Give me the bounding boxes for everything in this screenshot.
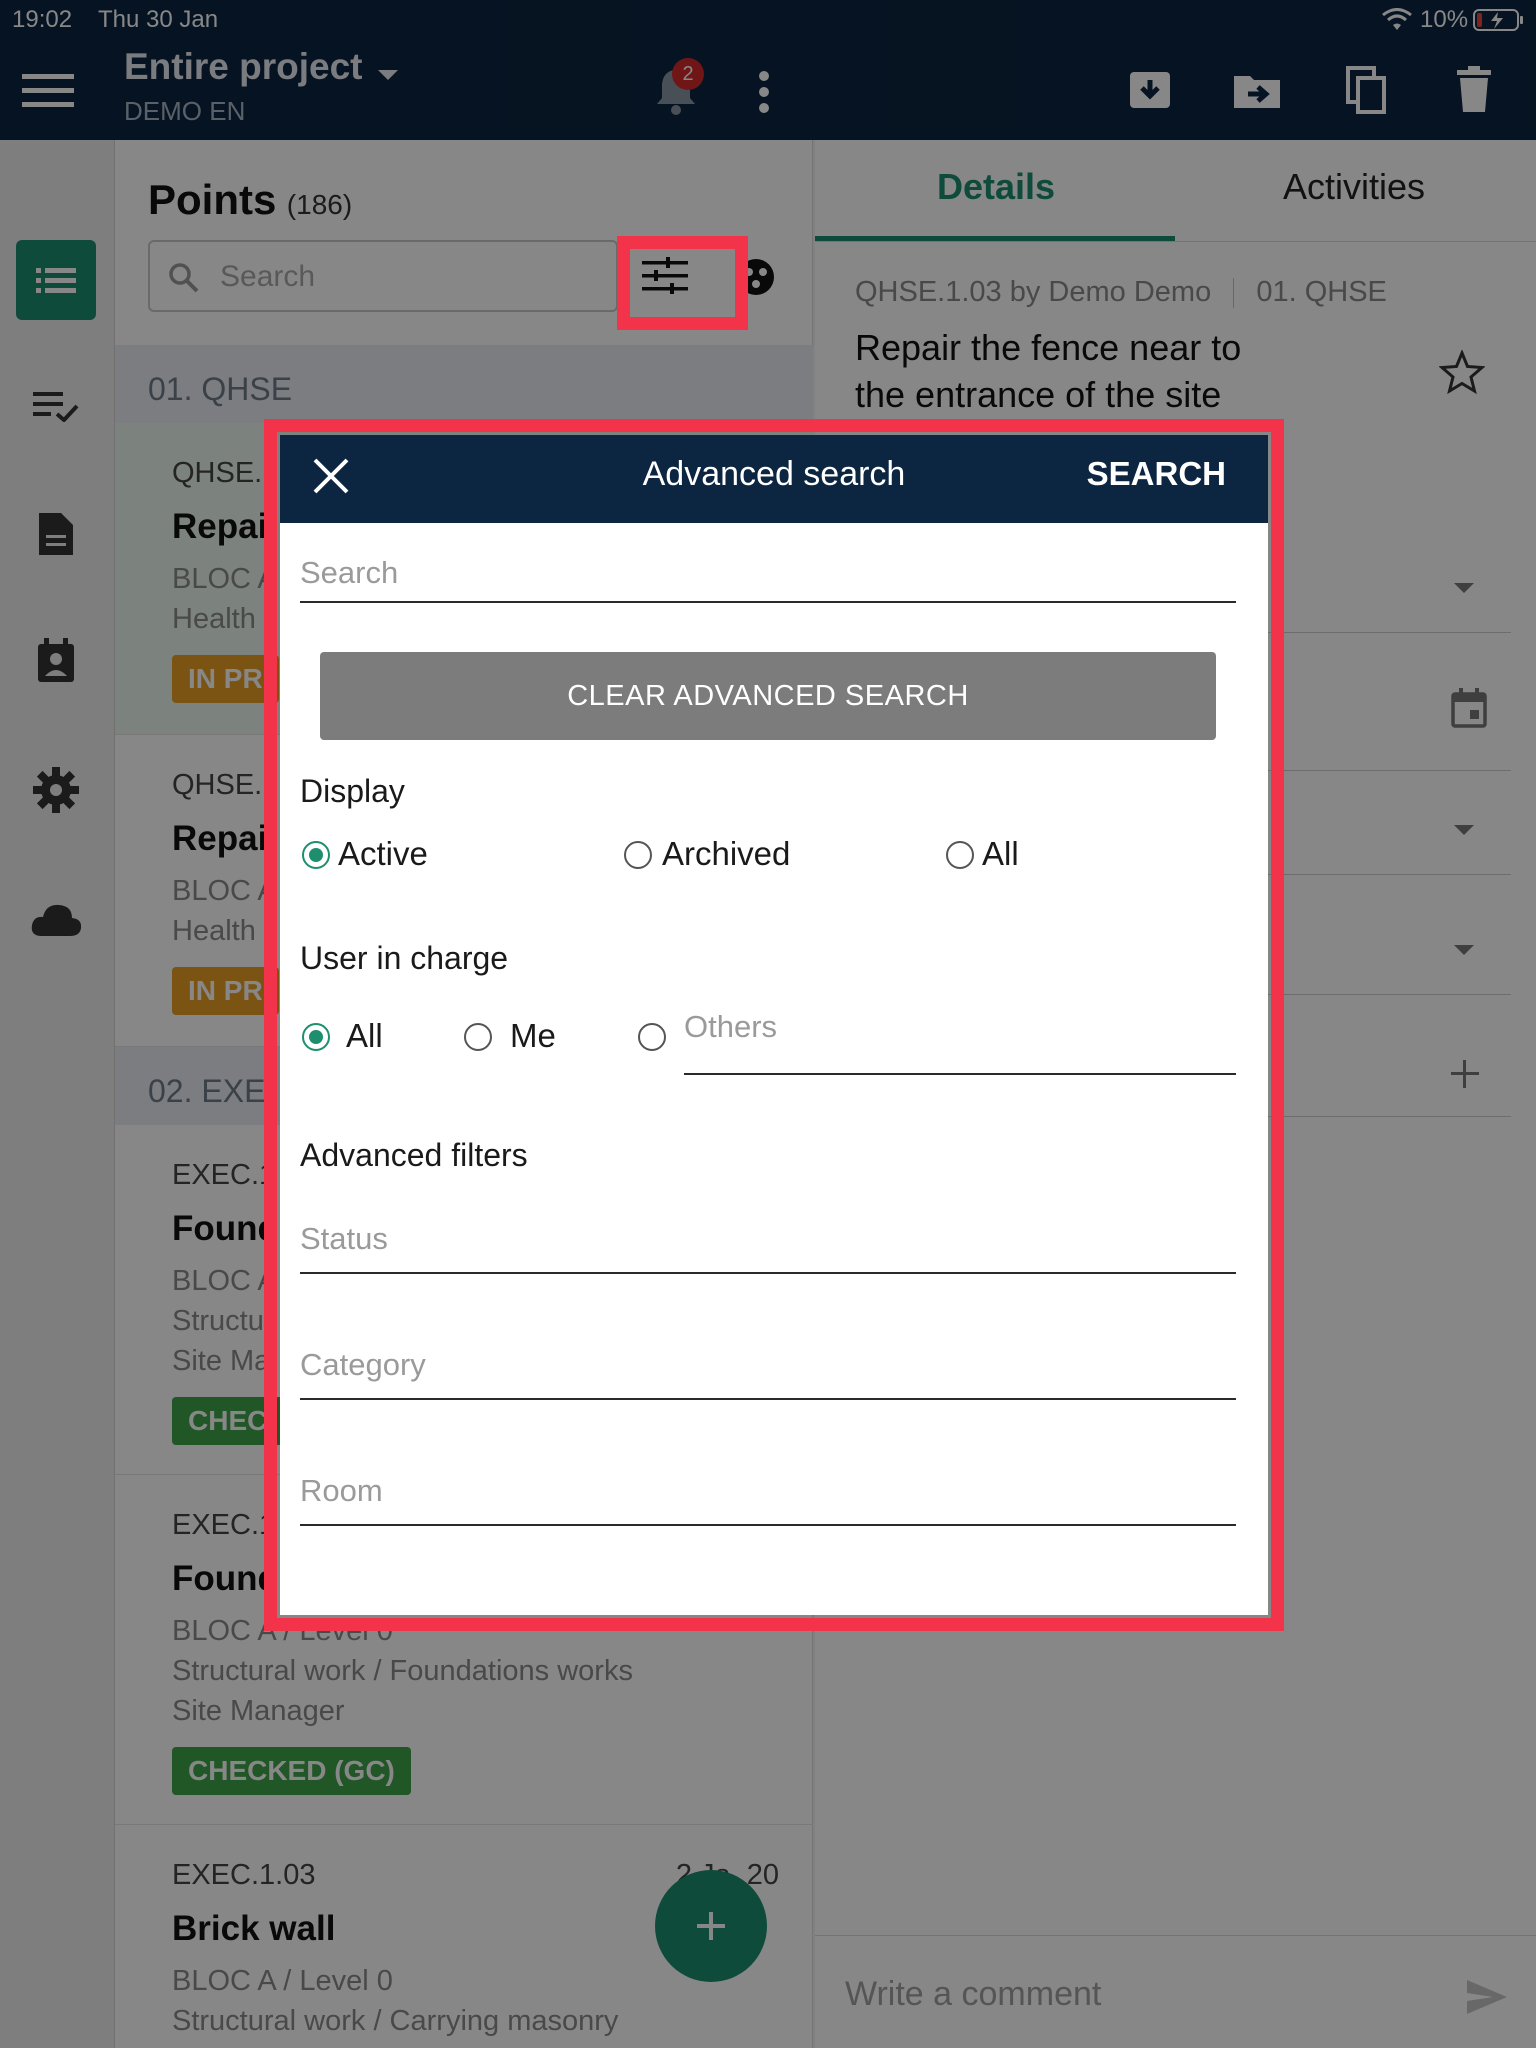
- advanced-search-dialog: Advanced search SEARCH Search CLEAR ADVA…: [280, 435, 1268, 1615]
- others-input[interactable]: Others: [684, 1009, 777, 1045]
- input-underline: [300, 1272, 1236, 1274]
- radio-display-archived[interactable]: [624, 841, 652, 869]
- search-action-button[interactable]: SEARCH: [1087, 455, 1226, 493]
- input-underline: [300, 1398, 1236, 1400]
- category-filter-input[interactable]: Category: [300, 1347, 426, 1383]
- radio-label: Active: [338, 835, 428, 872]
- user-in-charge-label: User in charge: [300, 940, 509, 976]
- radio-user-all[interactable]: [302, 1023, 330, 1051]
- input-underline: [300, 1524, 1236, 1526]
- room-filter-input[interactable]: Room: [300, 1473, 383, 1509]
- radio-user-me[interactable]: [464, 1023, 492, 1051]
- input-underline: [684, 1073, 1236, 1075]
- radio-user-others[interactable]: [638, 1023, 666, 1051]
- radio-display-active[interactable]: [302, 841, 330, 869]
- radio-label: All: [346, 1017, 383, 1054]
- radio-label: All: [982, 835, 1019, 872]
- radio-label: Archived: [662, 835, 791, 872]
- clear-advanced-search-button[interactable]: CLEAR ADVANCED SEARCH: [320, 652, 1216, 740]
- display-label: Display: [300, 773, 405, 809]
- input-underline: [300, 601, 1236, 603]
- modal-search-input[interactable]: Search: [300, 555, 398, 591]
- dialog-header: Advanced search SEARCH: [280, 435, 1268, 523]
- filter-button-highlight: [617, 236, 748, 330]
- status-filter-input[interactable]: Status: [300, 1221, 388, 1257]
- radio-label: Me: [510, 1017, 556, 1054]
- radio-display-all[interactable]: [946, 841, 974, 869]
- advanced-filters-label: Advanced filters: [300, 1137, 528, 1173]
